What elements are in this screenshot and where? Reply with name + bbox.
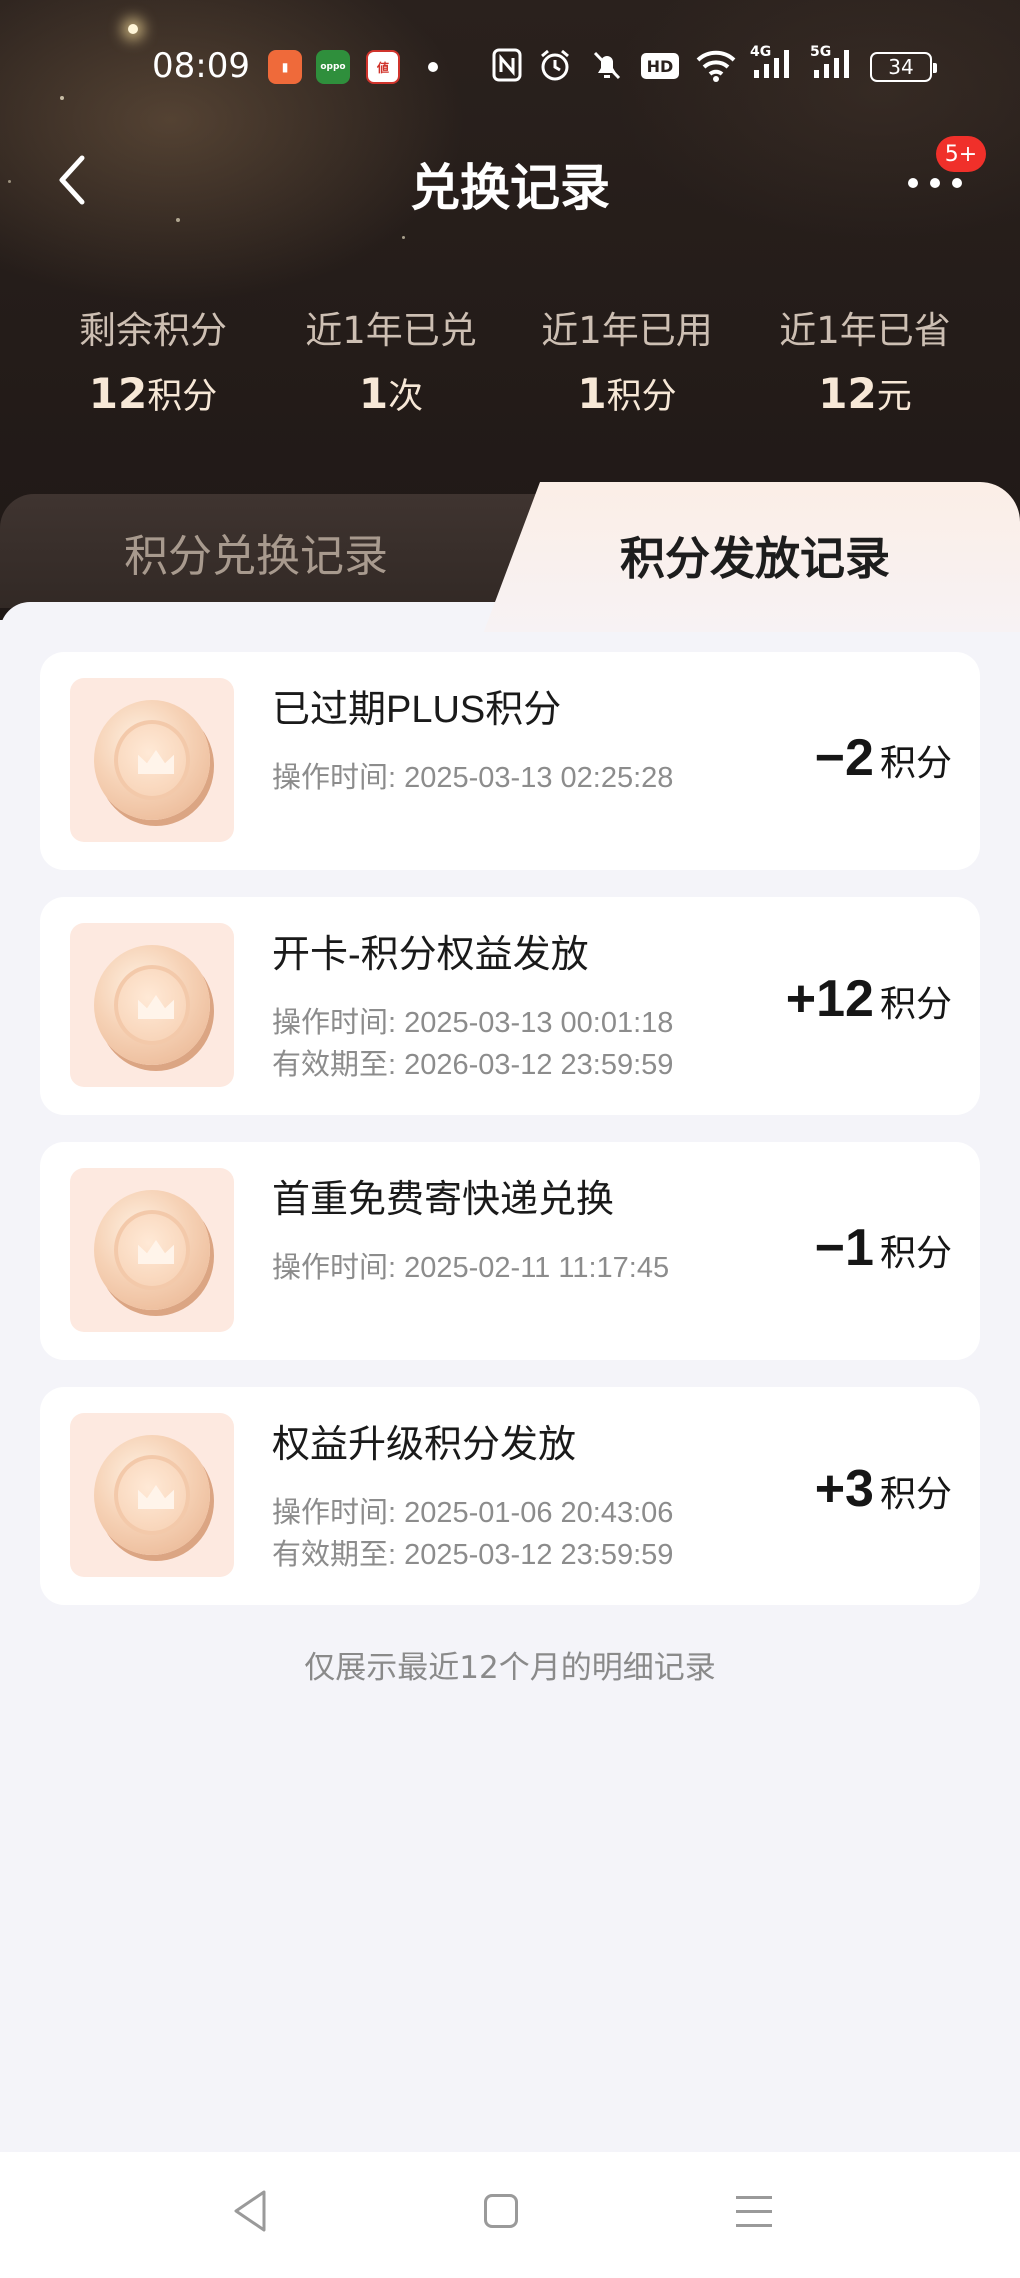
alarm-icon: [538, 48, 572, 89]
mute-bell-icon: [590, 48, 624, 89]
stat-label: 近1年已用: [541, 309, 713, 352]
hd-icon: HD: [640, 52, 680, 87]
record-time: 操作时间: 2025-03-13 02:25:28: [272, 762, 674, 794]
menu-lines-icon: [736, 2210, 772, 2213]
record-amount: +12 积分: [786, 969, 952, 1029]
stat-label: 近1年已省: [779, 309, 951, 352]
sparkle-decoration: [60, 96, 64, 100]
record-time: 操作时间: 2025-03-13 00:01:18: [272, 1007, 674, 1039]
record-title: 开卡-积分权益发放: [272, 934, 589, 976]
amount-unit: 积分: [879, 1233, 952, 1274]
stat-used-points: 近1年已用 1积分: [502, 300, 752, 419]
more-dots-icon: [952, 178, 962, 188]
amount-unit: 积分: [879, 743, 952, 784]
more-notifications-dot-icon: [428, 62, 438, 72]
stat-value: 12: [88, 369, 148, 418]
record-expiry: 有效期至: 2025-03-12 23:59:59: [272, 1539, 674, 1571]
tab-redemption-records[interactable]: 积分兑换记录: [0, 494, 560, 608]
record-card[interactable]: 开卡-积分权益发放 操作时间: 2025-03-13 00:01:18 有效期至…: [40, 897, 980, 1115]
record-amount: +3 积分: [815, 1459, 952, 1519]
amount-unit: 积分: [879, 1474, 952, 1515]
triangle-back-icon: [234, 2190, 266, 2232]
stat-label: 剩余积分: [79, 309, 227, 352]
amount-unit: 积分: [879, 984, 952, 1025]
record-expiry: 有效期至: 2026-03-12 23:59:59: [272, 1049, 674, 1081]
signal-5g-icon: 5G: [810, 42, 858, 89]
stat-unit: 积分: [147, 377, 218, 417]
stat-label: 近1年已兑: [305, 309, 477, 352]
page-title: 兑换记录: [410, 159, 610, 217]
menu-lines-icon: [736, 2224, 772, 2227]
stat-value: 12: [818, 369, 877, 418]
tab-issuance-records[interactable]: 积分发放记录: [480, 482, 1020, 632]
system-home-button[interactable]: [484, 2194, 518, 2228]
record-time: 操作时间: 2025-02-11 11:17:45: [272, 1252, 670, 1284]
status-time: 08:09: [152, 46, 250, 86]
sparkle-decoration: [128, 24, 138, 34]
status-bar: 08:09 ▮ oppo 値 HD 4G 5G 34: [0, 36, 1020, 96]
stat-unit: 元: [876, 377, 912, 417]
amount-value: +3: [814, 1460, 874, 1518]
system-back-button[interactable]: [228, 2186, 272, 2236]
notification-badge: 5+: [936, 136, 986, 172]
tab-label: 积分发放记录: [620, 532, 891, 585]
tab-label: 积分兑换记录: [124, 531, 388, 582]
amount-value: −1: [814, 1219, 874, 1277]
record-title: 首重免费寄快递兑换: [272, 1179, 615, 1221]
book-app-icon: ▮: [268, 50, 302, 84]
record-title: 已过期PLUS积分: [272, 689, 562, 731]
record-card[interactable]: 首重免费寄快递兑换 操作时间: 2025-02-11 11:17:45 −1 积分: [40, 1142, 980, 1360]
stat-unit: 次: [388, 377, 424, 417]
record-time: 操作时间: 2025-01-06 20:43:06: [272, 1497, 674, 1529]
crown-coin-icon: [70, 923, 234, 1087]
sparkle-decoration: [402, 236, 405, 239]
store-app-icon: 値: [366, 50, 400, 84]
stat-value: 1: [577, 369, 607, 418]
amount-value: −2: [814, 729, 874, 787]
record-card[interactable]: 权益升级积分发放 操作时间: 2025-01-06 20:43:06 有效期至:…: [40, 1387, 980, 1605]
signal-4g-icon: 4G: [750, 42, 798, 89]
nfc-icon: [492, 48, 522, 89]
crown-coin-icon: [70, 1168, 234, 1332]
record-amount: −2 积分: [815, 728, 952, 788]
record-card[interactable]: 已过期PLUS积分 操作时间: 2025-03-13 02:25:28 −2 积分: [40, 652, 980, 870]
battery-icon: 34: [870, 52, 937, 82]
more-dots-icon: [908, 178, 918, 188]
stat-value: 1: [358, 369, 389, 418]
system-recents-button[interactable]: [736, 2194, 772, 2230]
record-title: 权益升级积分发放: [272, 1424, 577, 1466]
stat-unit: 积分: [606, 377, 677, 417]
more-dots-icon: [930, 178, 940, 188]
network-5g-label: 5G: [810, 44, 831, 60]
record-amount: −1 积分: [815, 1218, 952, 1278]
stat-redeemed-count: 近1年已兑 1次: [266, 300, 516, 419]
hd-label: HD: [647, 57, 674, 76]
crown-coin-icon: [70, 678, 234, 842]
oppo-app-icon: oppo: [316, 50, 350, 84]
points-summary: 剩余积分 12积分 近1年已兑 1次 近1年已用 1积分 近1年已省 12元: [0, 300, 1020, 420]
amount-value: +12: [785, 970, 874, 1028]
records-footnote: 仅展示最近12个月的明细记录: [304, 1650, 716, 1686]
network-4g-label: 4G: [750, 44, 771, 60]
system-navigation-bar: [0, 2152, 1020, 2278]
wifi-icon: [696, 48, 736, 89]
stat-saved-amount: 近1年已省 12元: [740, 300, 990, 419]
menu-lines-icon: [736, 2196, 772, 2199]
stat-remaining-points: 剩余积分 12积分: [28, 300, 278, 419]
crown-coin-icon: [70, 1413, 234, 1577]
